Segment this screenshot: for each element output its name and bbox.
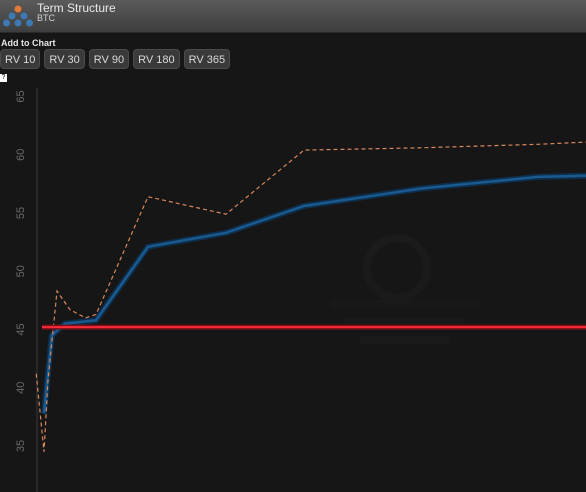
y-tick-label-60: 60 [15, 149, 27, 161]
dashed-series-line [35, 141, 586, 452]
y-tick-label-45: 45 [15, 323, 27, 335]
svg-text:65: 65 [15, 90, 27, 102]
y-tick-label-35: 35 [15, 440, 27, 452]
y-tick-label-50: 50 [15, 265, 27, 277]
y-tick-label-65: 65 [15, 90, 27, 102]
y-tick-label-55: 55 [15, 207, 27, 219]
solid-series-line [42, 174, 586, 414]
svg-text:35: 35 [15, 440, 27, 452]
term-structure-chart: 35 40 45 50 55 60 65 [15, 88, 586, 492]
svg-text:40: 40 [15, 382, 27, 394]
y-tick-label-40: 40 [15, 382, 27, 394]
solid-series-glow [41, 172, 586, 414]
svg-text:60: 60 [15, 149, 27, 161]
svg-text:50: 50 [15, 265, 27, 277]
svg-text:45: 45 [15, 323, 27, 335]
svg-text:55: 55 [15, 207, 27, 219]
